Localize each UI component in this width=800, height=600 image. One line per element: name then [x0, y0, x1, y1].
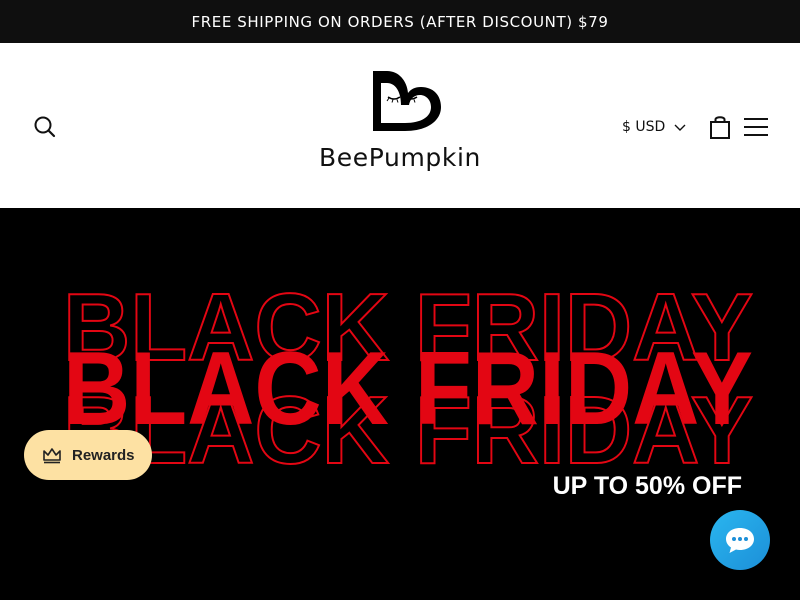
currency-label: $ USD: [622, 119, 666, 135]
rewards-button[interactable]: Rewards: [24, 430, 152, 480]
site-header: BeePumpkin $ USD: [0, 43, 800, 208]
crown-icon: [43, 448, 61, 464]
brand-logo[interactable]: BeePumpkin: [300, 67, 500, 179]
rewards-label: Rewards: [72, 446, 135, 464]
hamburger-menu-icon: [744, 118, 768, 136]
search-icon: [34, 116, 56, 138]
currency-selector[interactable]: $ USD: [622, 115, 687, 139]
chat-bubble-icon: [726, 528, 754, 553]
hero-banner[interactable]: BLACK FRIDAY BLACK FRIDAY BLACK FRIDAY U…: [0, 208, 800, 600]
logo-mark-icon: [373, 71, 441, 131]
chat-button[interactable]: [710, 510, 770, 570]
announcement-bar: FREE SHIPPING ON ORDERS (AFTER DISCOUNT)…: [0, 0, 800, 43]
menu-button[interactable]: [742, 115, 770, 139]
search-button[interactable]: [30, 113, 60, 141]
chevron-down-icon: [674, 124, 686, 131]
subheadline-text: UP TO 50% OFF: [553, 472, 742, 500]
announcement-text: FREE SHIPPING ON ORDERS (AFTER DISCOUNT)…: [191, 12, 609, 31]
cart-button[interactable]: [707, 113, 733, 141]
black-friday-artwork: BLACK FRIDAY BLACK FRIDAY BLACK FRIDAY U…: [62, 273, 754, 500]
brand-name: BeePumpkin: [319, 143, 481, 172]
headline-text: BLACK FRIDAY: [63, 331, 753, 447]
shopping-bag-icon: [710, 116, 730, 139]
